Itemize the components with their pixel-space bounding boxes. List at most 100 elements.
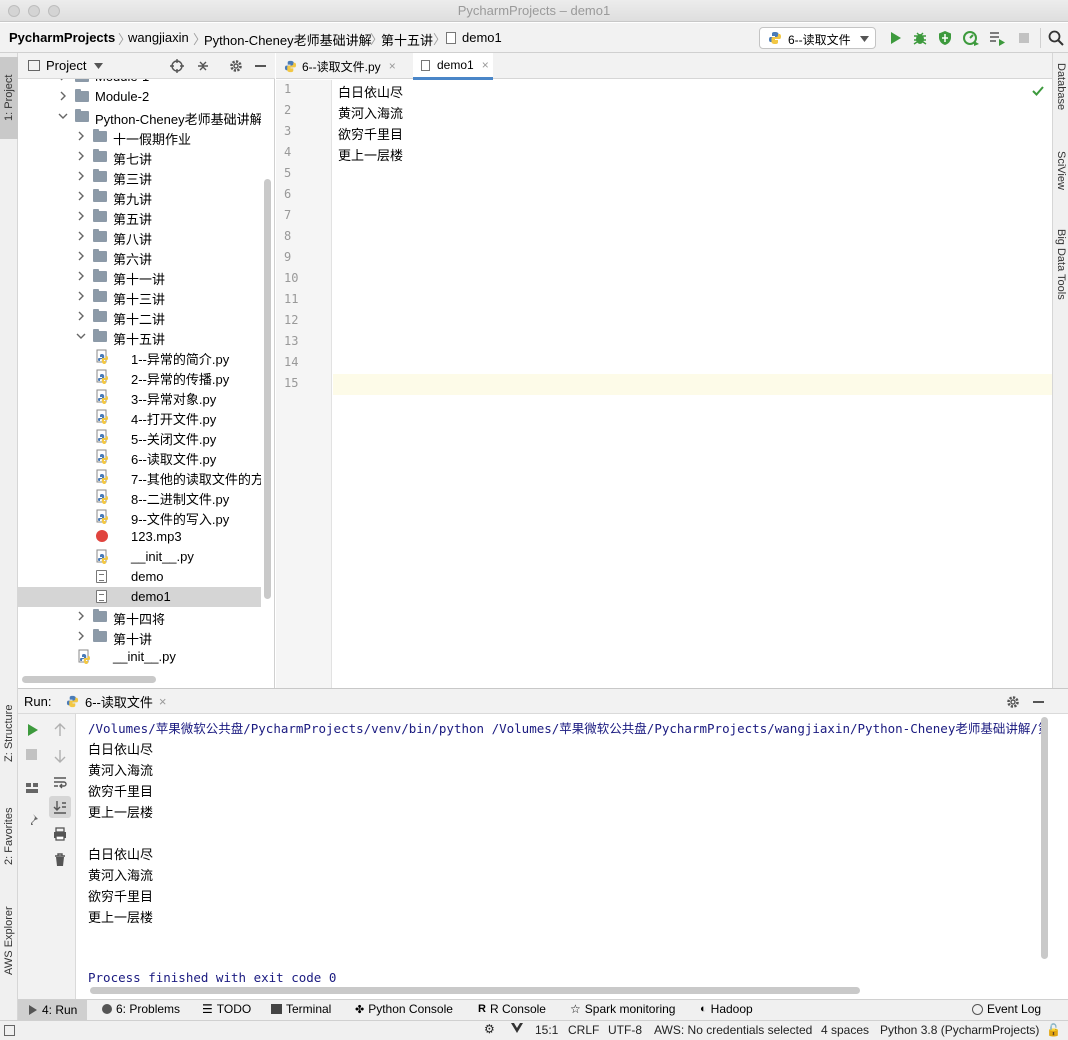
chevron-right-icon[interactable] bbox=[76, 611, 86, 621]
console-vertical-scrollbar[interactable] bbox=[1041, 717, 1048, 959]
chevron-down-icon[interactable] bbox=[94, 63, 103, 69]
search-icon[interactable] bbox=[1047, 29, 1065, 47]
tree-file[interactable]: 1--异常的简介.py bbox=[18, 347, 261, 367]
tree-folder[interactable]: 第六讲 bbox=[18, 247, 261, 267]
event-log-tool-tab[interactable]: Event Log bbox=[972, 1002, 1041, 1016]
structure-tool-tab[interactable]: Z: Structure bbox=[0, 693, 18, 773]
stop-icon[interactable] bbox=[1015, 29, 1033, 47]
cursor-position[interactable]: 15:1 bbox=[535, 1023, 558, 1037]
tree-folder[interactable]: 第八讲 bbox=[18, 227, 261, 247]
run-configuration-select[interactable]: 6--读取文件 bbox=[759, 27, 876, 49]
run-icon[interactable] bbox=[886, 29, 904, 47]
database-tool-tab[interactable]: Database bbox=[1053, 63, 1068, 135]
console-horizontal-scrollbar[interactable] bbox=[90, 987, 860, 994]
chevron-right-icon[interactable] bbox=[76, 251, 86, 261]
tree-vertical-scrollbar[interactable] bbox=[264, 179, 271, 599]
tree-folder[interactable]: 第十二讲 bbox=[18, 307, 261, 327]
r-console-tool-tab[interactable]: R R Console bbox=[478, 1002, 546, 1016]
chevron-down-icon[interactable] bbox=[58, 111, 68, 121]
chevron-right-icon[interactable] bbox=[58, 79, 68, 81]
editor-tab-demo1[interactable]: demo1 × bbox=[413, 53, 493, 80]
chevron-right-icon[interactable] bbox=[76, 291, 86, 301]
run-concurrency-icon[interactable] bbox=[988, 29, 1006, 47]
editor-tab-read-file[interactable]: 6--读取文件.py × bbox=[284, 53, 402, 79]
hide-panel-icon[interactable] bbox=[1033, 701, 1044, 703]
locate-file-icon[interactable] bbox=[169, 58, 185, 74]
tree-folder[interactable]: Module-1 bbox=[18, 79, 261, 87]
terminal-tool-tab[interactable]: Terminal bbox=[271, 1002, 331, 1016]
run-tab[interactable]: 6--读取文件 × bbox=[66, 689, 166, 714]
favorites-tool-tab[interactable]: 2: Favorites bbox=[0, 791, 18, 881]
tree-horizontal-scrollbar[interactable] bbox=[22, 676, 156, 683]
chevron-right-icon[interactable] bbox=[58, 91, 68, 101]
profile-icon[interactable] bbox=[962, 29, 980, 47]
pin-icon[interactable] bbox=[24, 812, 40, 828]
chevron-right-icon[interactable] bbox=[76, 211, 86, 221]
problems-tool-tab[interactable]: 6: Problems bbox=[102, 1002, 180, 1016]
breadcrumb-file[interactable]: demo1 bbox=[462, 30, 502, 45]
close-icon[interactable]: × bbox=[159, 694, 167, 709]
python-interpreter[interactable]: Python 3.8 (PycharmProjects) bbox=[880, 1023, 1039, 1037]
print-icon[interactable] bbox=[52, 826, 68, 842]
line-separator[interactable]: CRLF bbox=[568, 1023, 599, 1037]
chevron-down-icon[interactable] bbox=[76, 331, 86, 341]
breadcrumb-course[interactable]: Python-Cheney老师基础讲解 bbox=[204, 30, 372, 49]
close-icon[interactable]: × bbox=[482, 58, 489, 72]
layout-icon[interactable] bbox=[24, 780, 40, 796]
tree-folder[interactable]: 第十讲 bbox=[18, 627, 261, 647]
tree-file[interactable]: 123.mp3 bbox=[18, 527, 261, 547]
lock-icon[interactable]: 🔓 bbox=[1046, 1023, 1061, 1037]
tool-window-toggle-icon[interactable] bbox=[4, 1025, 15, 1036]
tree-file[interactable]: 4--打开文件.py bbox=[18, 407, 261, 427]
big-data-tools-tool-tab[interactable]: Big Data Tools bbox=[1053, 229, 1068, 324]
tree-file[interactable]: __init__.py bbox=[18, 647, 261, 667]
coverage-icon[interactable] bbox=[936, 29, 954, 47]
tree-file[interactable]: 7--其他的读取文件的方 bbox=[18, 467, 261, 487]
aws-credentials[interactable]: AWS: No credentials selected bbox=[654, 1023, 812, 1037]
tree-file[interactable]: 8--二进制文件.py bbox=[18, 487, 261, 507]
aws-explorer-tool-tab[interactable]: AWS Explorer bbox=[0, 891, 18, 991]
project-tool-tab[interactable]: 1: Project bbox=[0, 57, 18, 139]
tree-file[interactable]: 5--关闭文件.py bbox=[18, 427, 261, 447]
chevron-right-icon[interactable] bbox=[76, 151, 86, 161]
spark-monitoring-tool-tab[interactable]: ☆ Spark monitoring bbox=[570, 1002, 675, 1016]
todo-tool-tab[interactable]: ☰ TODO bbox=[202, 1002, 251, 1016]
chevron-right-icon[interactable] bbox=[76, 271, 86, 281]
breadcrumb-lesson[interactable]: 第十五讲 bbox=[381, 30, 433, 49]
file-encoding[interactable]: UTF-8 bbox=[608, 1023, 642, 1037]
tree-folder[interactable]: 第十三讲 bbox=[18, 287, 261, 307]
tree-file[interactable]: __init__.py bbox=[18, 547, 261, 567]
code-area[interactable]: 白日依山尽 黄河入海流 欲穷千里目 更上一层楼 bbox=[276, 80, 1052, 688]
tree-folder[interactable]: 第十四将 bbox=[18, 607, 261, 627]
chevron-right-icon[interactable] bbox=[76, 231, 86, 241]
arrow-down-icon[interactable] bbox=[52, 748, 68, 764]
tree-folder[interactable]: 第五讲 bbox=[18, 207, 261, 227]
gear-icon[interactable] bbox=[1005, 694, 1021, 710]
gear-icon[interactable] bbox=[228, 58, 244, 74]
soft-wrap-icon[interactable] bbox=[52, 774, 68, 790]
tree-folder[interactable]: 十一假期作业 bbox=[18, 127, 261, 147]
tree-file[interactable]: 3--异常对象.py bbox=[18, 387, 261, 407]
rerun-icon[interactable] bbox=[24, 722, 40, 738]
python-console-tool-tab[interactable]: ✤ Python Console bbox=[355, 1002, 453, 1016]
collapse-all-icon[interactable] bbox=[195, 58, 211, 74]
tree-folder[interactable]: 第七讲 bbox=[18, 147, 261, 167]
tree-file[interactable]: 9--文件的写入.py bbox=[18, 507, 261, 527]
tree-file[interactable]: demo1 bbox=[18, 587, 261, 607]
tree-folder[interactable]: 第三讲 bbox=[18, 167, 261, 187]
run-tool-tab[interactable]: 4: Run bbox=[18, 1000, 88, 1020]
indent-setting[interactable]: 4 spaces bbox=[821, 1023, 869, 1037]
tree-folder[interactable]: Python-Cheney老师基础讲解 bbox=[18, 107, 261, 127]
chevron-right-icon[interactable] bbox=[76, 171, 86, 181]
tree-folder[interactable]: Module-2 bbox=[18, 87, 261, 107]
vuejs-icon[interactable] bbox=[510, 1021, 524, 1035]
breadcrumb-project[interactable]: PycharmProjects bbox=[9, 30, 115, 45]
hide-panel-icon[interactable] bbox=[255, 65, 266, 67]
tree-folder[interactable]: 第十五讲 bbox=[18, 327, 261, 347]
project-view-label[interactable]: Project bbox=[46, 58, 86, 73]
chevron-right-icon[interactable] bbox=[76, 631, 86, 641]
tree-file[interactable]: 6--读取文件.py bbox=[18, 447, 261, 467]
tree-folder[interactable]: 第十一讲 bbox=[18, 267, 261, 287]
tree-file[interactable]: demo bbox=[18, 567, 261, 587]
tree-folder[interactable]: 第九讲 bbox=[18, 187, 261, 207]
